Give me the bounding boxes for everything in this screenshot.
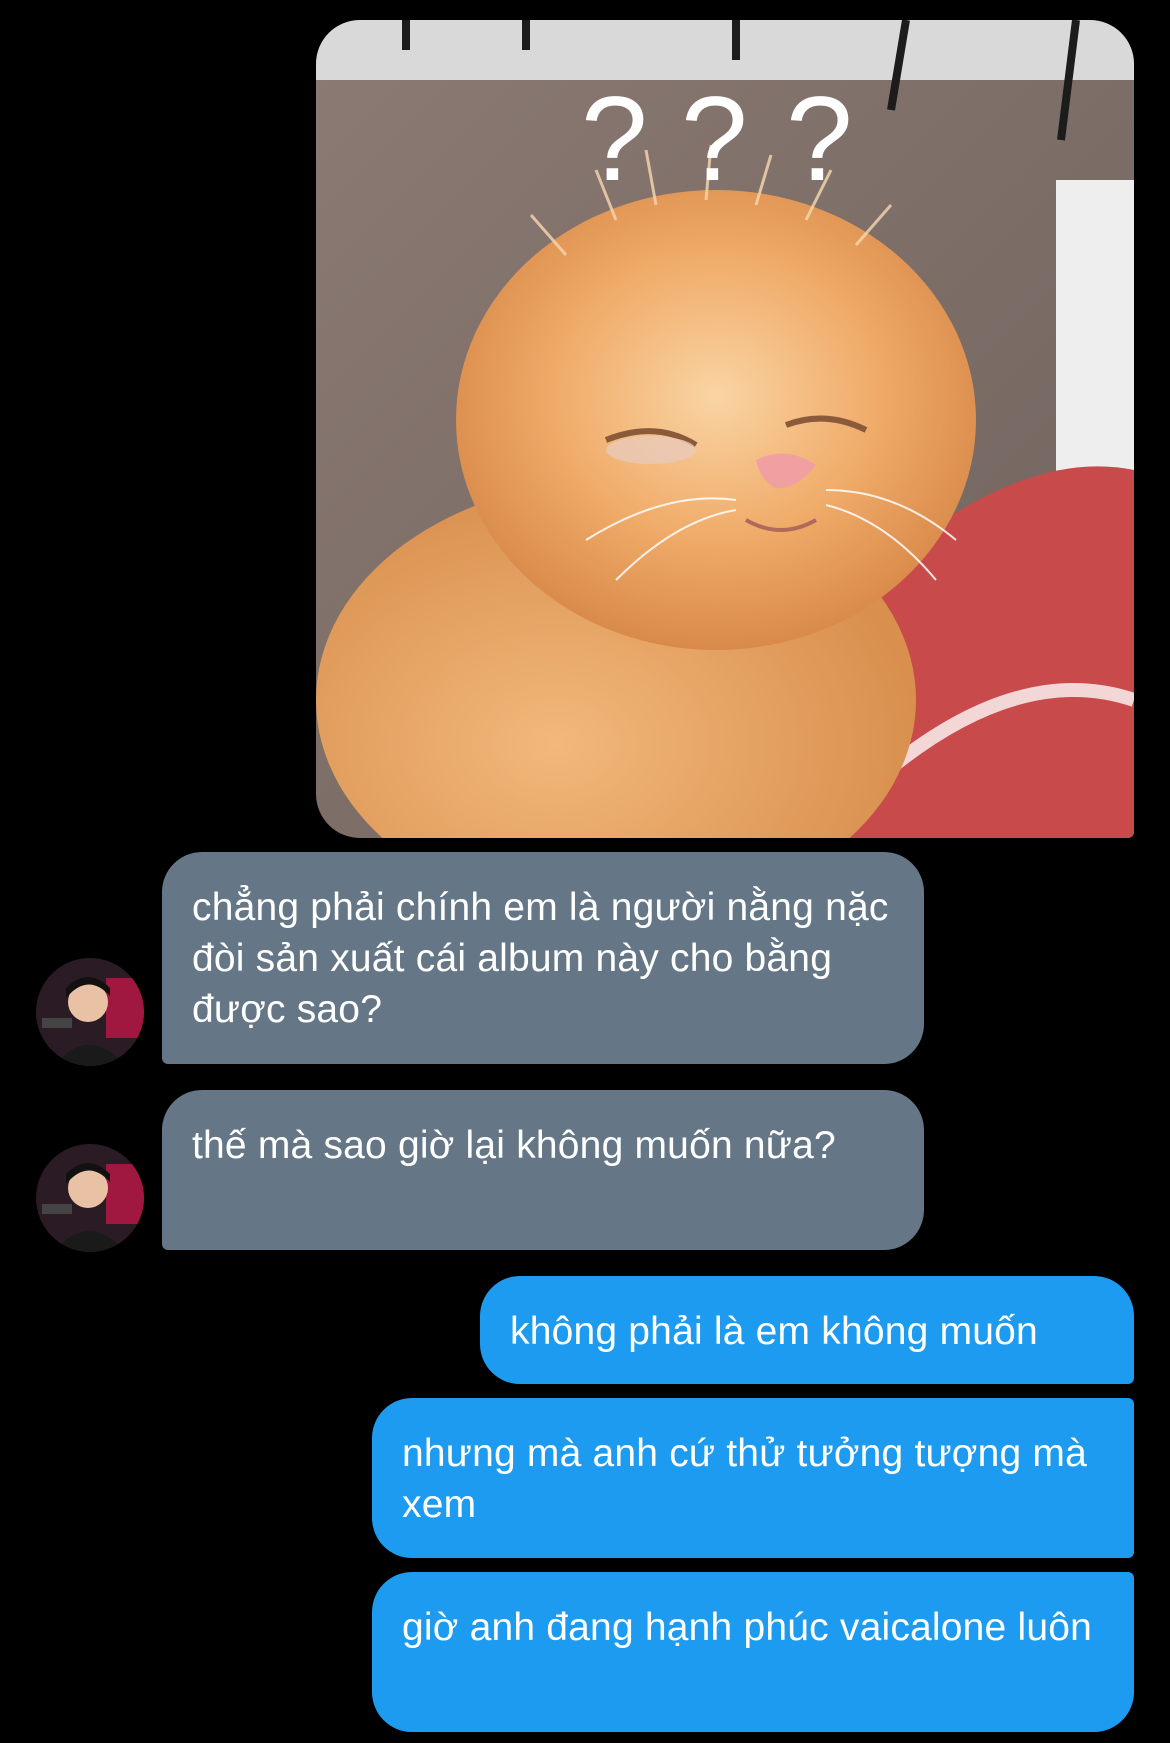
sender-avatar[interactable]	[36, 958, 144, 1066]
kitten-meme-image: ???	[316, 20, 1134, 838]
message-bubble-sent[interactable]: không phải là em không muốn	[480, 1276, 1134, 1384]
message-text: không phải là em không muốn	[510, 1310, 1038, 1353]
message-text: nhưng mà anh cứ thử tưởng tượng mà xem	[402, 1432, 1087, 1526]
message-text: thế mà sao giờ lại không muốn nữa?	[192, 1124, 836, 1167]
sender-avatar[interactable]	[36, 1144, 144, 1252]
message-bubble-received[interactable]: chẳng phải chính em là người nằng nặc đò…	[162, 852, 924, 1064]
message-bubble-sent[interactable]: giờ anh đang hạnh phúc vaicalone luôn	[372, 1572, 1134, 1732]
message-bubble-received[interactable]: thế mà sao giờ lại không muốn nữa?	[162, 1090, 924, 1250]
message-bubble-sent[interactable]: nhưng mà anh cứ thử tưởng tượng mà xem	[372, 1398, 1134, 1558]
shared-image-message[interactable]: ???	[316, 20, 1134, 838]
question-marks: ???	[581, 72, 853, 206]
chat-thread: ??? chẳng phải chính em là người nằng nặ…	[0, 0, 1170, 1743]
message-text: giờ anh đang hạnh phúc vaicalone luôn	[402, 1606, 1093, 1649]
message-text: chẳng phải chính em là người nằng nặc đò…	[192, 886, 889, 1031]
